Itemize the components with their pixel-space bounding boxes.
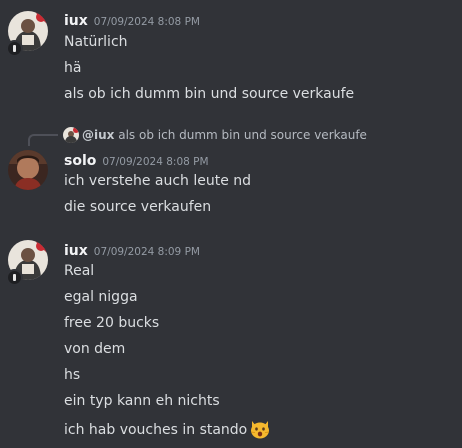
message-text: ein typ kann eh nichts [64,393,220,409]
message-text: von dem [64,341,126,357]
message-text: egal nigga [64,289,138,305]
chat-messages: iux 07/09/2024 8:08 PM Natürlich hä als o… [0,0,462,448]
hushed-cat-emoji-icon [249,419,271,443]
reply-text: als ob ich dumm bin und source verkaufe [118,128,367,142]
reply-preview[interactable]: @iux als ob ich dumm bin und source verk… [63,127,367,143]
timestamp: 07/09/2024 8:09 PM [93,246,200,258]
message-text: ich hab vouches in stando [64,422,248,438]
message-line-with-emoji: ich hab vouches in stando [64,419,271,443]
message-text: als ob ich dumm bin und source verkaufe [64,86,355,102]
avatar[interactable] [8,150,48,190]
message-text: ich verstehe auch leute nd [64,173,252,189]
reply-author[interactable]: @iux [82,128,114,142]
message-text: Real [64,263,95,279]
platform-badge-icon [6,269,23,286]
reply-spine [28,134,58,146]
message-header: iux 07/09/2024 8:09 PM [64,240,200,260]
username[interactable]: solo [64,153,96,169]
message-text: Natürlich [64,34,128,50]
timestamp: 07/09/2024 8:08 PM [102,156,209,168]
message-text: die source verkaufen [64,199,212,215]
username[interactable]: iux [64,243,88,259]
message-text: hs [64,367,81,383]
message-header: solo 07/09/2024 8:08 PM [64,150,209,170]
platform-badge-icon [6,40,23,57]
message-header: iux 07/09/2024 8:08 PM [64,10,200,30]
username[interactable]: iux [64,13,88,29]
timestamp: 07/09/2024 8:08 PM [93,16,200,28]
reply-avatar [63,127,79,143]
message-text: hä [64,60,82,76]
message-text: free 20 bucks [64,315,160,331]
